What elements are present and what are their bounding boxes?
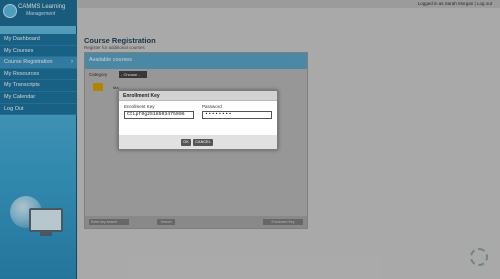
cancel-button[interactable]: CANCEL — [193, 139, 213, 146]
enrollment-key-field[interactable]: CtLpf0g2518503475006 — [124, 111, 194, 119]
dialog-title: Enrollment Key — [123, 93, 160, 99]
enrollment-key-dialog: Enrollment Key Enrollment Key CtLpf0g251… — [118, 90, 278, 150]
dialog-header: Enrollment Key — [119, 91, 277, 101]
password-field[interactable]: •••••••• — [202, 111, 272, 119]
enrollment-key-label: Enrollment Key — [124, 104, 155, 109]
password-label: Password — [202, 104, 222, 109]
ok-button[interactable]: OK — [181, 139, 191, 146]
dialog-footer: OK CANCEL — [119, 135, 277, 149]
dialog-body: Enrollment Key CtLpf0g2518503475006 Pass… — [119, 101, 277, 135]
